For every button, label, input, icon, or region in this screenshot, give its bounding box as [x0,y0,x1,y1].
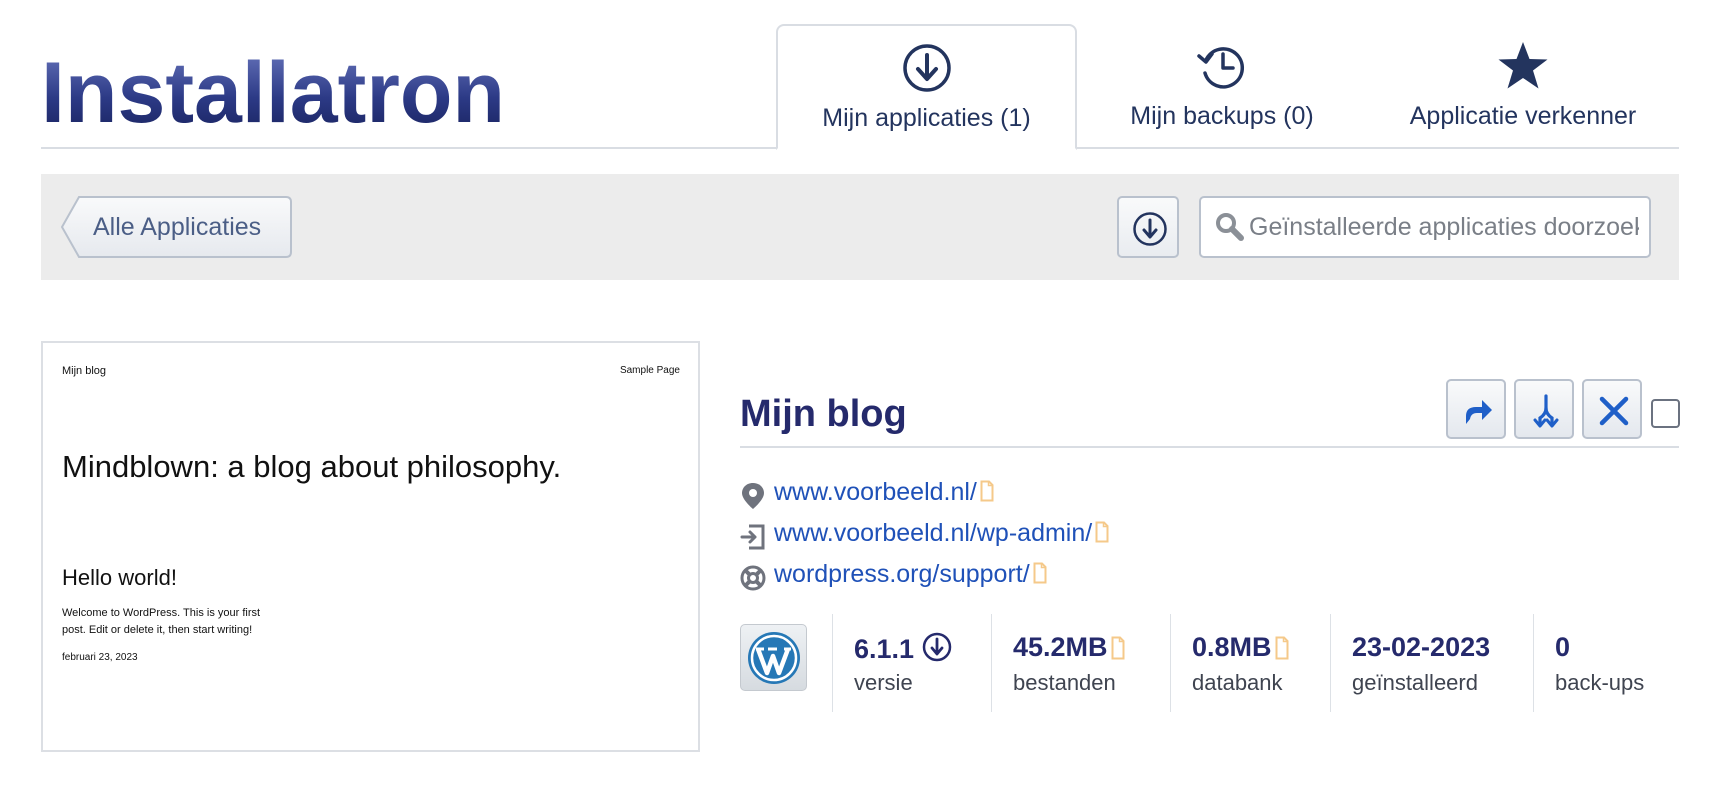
close-icon [1599,396,1629,426]
stat-database-value: 0.8MB [1192,632,1272,662]
stat-files-value-wrap: 45.2MB [1013,632,1125,666]
copy-icon[interactable] [1033,562,1047,584]
wordpress-logo [740,624,807,691]
logo-text: Installatron [41,58,505,130]
all-applications-button[interactable]: Alle Applicaties [61,196,292,258]
admin-url-link[interactable]: www.voorbeeld.nl/wp-admin/ [774,519,1109,548]
stat-version-value-wrap: 6.1.1 [854,632,952,666]
tab-my-applications[interactable]: Mijn applicaties (1) [776,24,1077,150]
support-url-text: wordpress.org/support/ [774,560,1030,588]
stat-version: 6.1.1 versie [854,632,952,696]
stat-database-label: databank [1192,670,1283,695]
update-download-icon[interactable] [922,632,952,662]
preview-tagline: Mindblown: a blog about philosophy. [62,449,562,484]
installatron-logo: Installatron [41,58,505,130]
stat-divider [832,614,833,712]
delete-button[interactable] [1582,379,1642,439]
clone-button[interactable] [1514,379,1574,439]
stat-files: 45.2MB bestanden [1013,632,1125,696]
back-label: Alle Applicaties [93,213,262,241]
stat-installed-label: geïnstalleerd [1352,670,1478,695]
share-arrow-icon [1466,400,1492,424]
preview-nav-item: Sample Page [619,365,680,376]
preview-post-excerpt: Welcome to WordPress. This is your first… [62,607,261,636]
stat-backups-value: 0 [1555,632,1571,662]
history-icon [1197,47,1244,89]
stat-backups: 0 back-ups [1555,632,1644,696]
stat-files-label: bestanden [1013,670,1116,695]
stat-files-value: 45.2MB [1013,632,1108,662]
stat-installed-value: 23-02-2023 [1352,632,1491,662]
search-input[interactable] [1249,206,1639,248]
title-divider [740,446,1679,448]
preview-site-title: Mijn blog [62,365,107,377]
tab-label: Mijn backups (0) [1130,102,1314,130]
login-icon [740,524,765,550]
edit-button[interactable] [1446,379,1506,439]
tab-label: Mijn applicaties (1) [822,104,1031,132]
stat-database-value-wrap: 0.8MB [1192,632,1289,666]
stat-installed: 23-02-2023 geïnstalleerd [1352,632,1490,696]
support-url-link[interactable]: wordpress.org/support/ [774,560,1047,589]
tab-my-backups[interactable]: Mijn backups (0) [1077,24,1367,149]
stat-version-value: 6.1.1 [854,634,915,664]
stat-version-label: versie [854,670,913,695]
preview-post-date: februari 23, 2023 [62,652,138,663]
copy-icon[interactable] [1275,636,1289,660]
stat-backups-label: back-ups [1555,670,1645,695]
select-checkbox[interactable] [1651,399,1680,428]
download-circle-icon [1133,212,1167,246]
preview-post-title: Hello world! [62,565,177,590]
star-icon [1498,42,1548,89]
copy-icon[interactable] [1095,521,1109,543]
tab-application-browser[interactable]: Applicatie verkenner [1367,24,1679,149]
app-title: Mijn blog [740,393,907,435]
main-tabs: Mijn applicaties (1) Mijn backups (0) Ap… [776,24,1679,150]
stat-divider [991,614,992,712]
site-preview[interactable]: Mijn blog Sample Page Mindblown: a blog … [41,341,700,752]
search-box [1199,196,1651,258]
merge-arrows-icon [1533,394,1559,428]
install-app-button[interactable] [1117,196,1179,258]
copy-icon[interactable] [1111,636,1125,660]
tab-label: Applicatie verkenner [1409,102,1637,130]
wordpress-icon [748,632,800,684]
admin-url-text: www.voorbeeld.nl/wp-admin/ [774,519,1093,547]
stat-divider [1170,614,1171,712]
site-url-text: www.voorbeeld.nl/ [774,478,977,506]
stat-database: 0.8MB databank [1192,632,1289,696]
stat-divider [1330,614,1331,712]
download-circle-icon [902,44,951,92]
location-pin-icon [742,483,764,509]
copy-icon[interactable] [980,480,994,502]
stat-divider [1533,614,1534,712]
site-url-link[interactable]: www.voorbeeld.nl/ [774,478,994,507]
toolbar: Alle Applicaties [41,174,1679,280]
lifebuoy-icon [740,565,766,591]
search-icon [1216,213,1244,241]
